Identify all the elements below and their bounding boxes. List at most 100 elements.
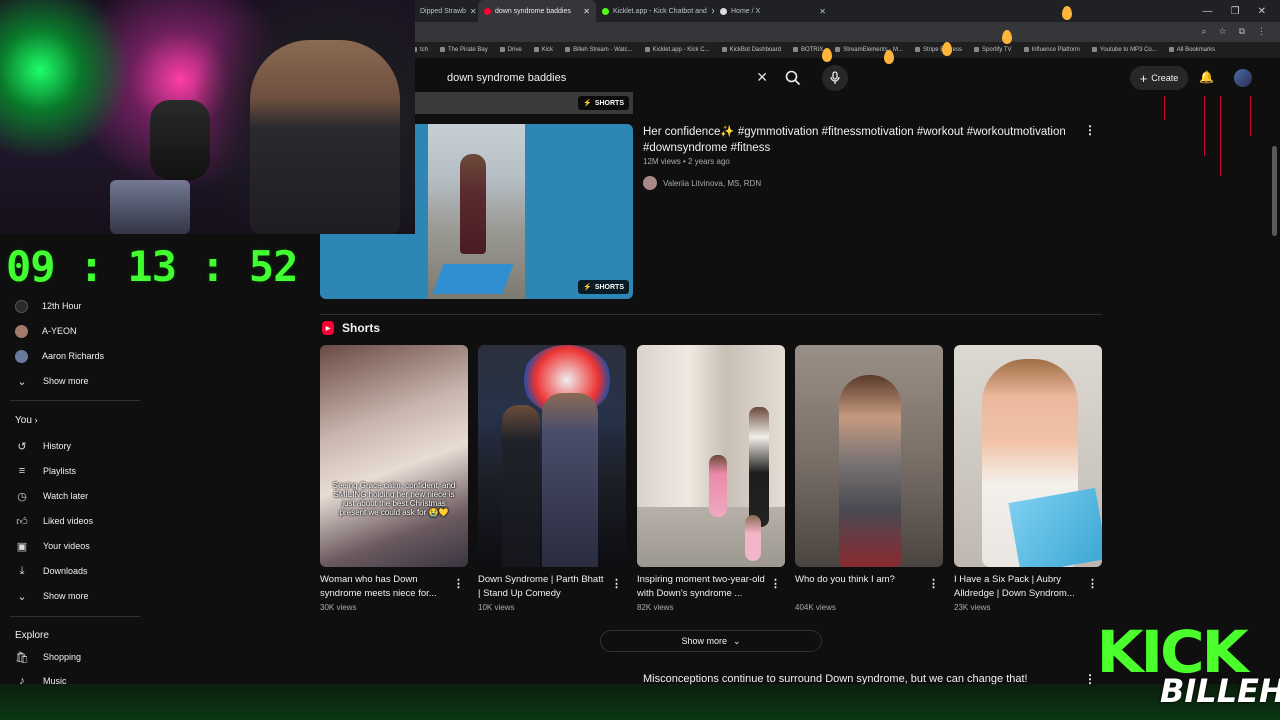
chevron-down-icon: ⌄: [732, 635, 741, 646]
kick-icon: [602, 7, 609, 15]
sidebar-explore-heading: Explore: [15, 630, 49, 641]
previous-video-thumbnail[interactable]: ⚡ SHORTS: [415, 92, 633, 114]
video-channel[interactable]: Valeriia Litvinova, MS, RDN: [643, 176, 761, 190]
video-title[interactable]: Her confidence✨ #gymmotivation #fitnessm…: [643, 124, 1083, 156]
bookmark[interactable]: All Bookmarks: [1169, 47, 1215, 53]
short-card[interactable]: Seeing Grace calm, confident, and SMILIN…: [320, 345, 468, 612]
channel-avatar: [15, 349, 28, 363]
shopping-icon: 🛍︎: [15, 651, 29, 664]
tab-label: Dipped Strawb: [420, 7, 466, 15]
account-avatar[interactable]: [1234, 69, 1252, 87]
shorts-badge: ⚡ SHORTS: [578, 280, 629, 294]
star-icon[interactable]: ☆: [1218, 26, 1226, 37]
browser-toolbar: ⌕ ☆ ⧉ ⋮: [1201, 26, 1266, 37]
sidebar-item-label: History: [43, 441, 72, 451]
more-actions-icon[interactable]: ⋮: [453, 577, 464, 590]
short-title[interactable]: I Have a Six Pack | Aubry Alldredge | Do…: [954, 573, 1082, 601]
sidebar-item-liked-videos[interactable]: 👍︎ Liked videos: [15, 511, 93, 531]
thumbnail-image: [749, 407, 769, 527]
short-thumbnail[interactable]: [795, 345, 943, 567]
close-icon[interactable]: ✕: [470, 7, 477, 16]
short-card[interactable]: Down Syndrome | Parth Bhatt | Stand Up C…: [478, 345, 626, 612]
more-actions-icon[interactable]: ⋮: [1084, 124, 1096, 136]
sidebar-item-downloads[interactable]: ⤓ Downloads: [15, 561, 88, 581]
short-views: 23K views: [954, 603, 991, 612]
channel-avatar: [15, 299, 28, 313]
more-actions-icon[interactable]: ⋮: [1087, 577, 1098, 590]
sidebar-item-label: Watch later: [43, 491, 89, 501]
voice-search-button[interactable]: [822, 65, 848, 91]
bookmark[interactable]: Youtube to MP3 Co...: [1092, 47, 1157, 53]
notifications-bell-icon[interactable]: 🔔: [1199, 70, 1214, 84]
bookmark[interactable]: The Pirate Bay: [440, 47, 488, 53]
bookmark[interactable]: Kicklet.app - Kick C...: [645, 47, 710, 53]
extensions-icon[interactable]: ⧉: [1239, 26, 1245, 37]
shorts-icon: ⚡: [583, 284, 592, 291]
short-thumbnail[interactable]: [637, 345, 785, 567]
menu-icon[interactable]: ⋮: [1257, 26, 1266, 37]
sidebar-subscription[interactable]: 12th Hour: [15, 296, 82, 316]
short-thumbnail[interactable]: [954, 345, 1102, 567]
more-actions-icon[interactable]: ⋮: [611, 577, 622, 590]
more-actions-icon[interactable]: ⋮: [928, 577, 939, 590]
short-title[interactable]: Woman who has Down syndrome meets niece …: [320, 573, 448, 601]
channel-name[interactable]: Valeriia Litvinova, MS, RDN: [663, 179, 761, 188]
short-title[interactable]: Down Syndrome | Parth Bhatt | Stand Up C…: [478, 573, 606, 601]
christmas-light: [1002, 30, 1012, 44]
browser-tab-active[interactable]: down syndrome baddies ✕: [478, 0, 596, 22]
tab-label: Kicklet.app - Kick Chatbot and: [613, 7, 707, 15]
short-views: 404K views: [795, 603, 836, 612]
light-strand: [1164, 96, 1165, 120]
bookmark[interactable]: Sportify TV: [974, 47, 1012, 53]
screen: Dipped Strawb ✕ down syndrome baddies ✕ Ki…: [0, 0, 1280, 720]
more-actions-icon[interactable]: ⋮: [770, 577, 781, 590]
stream-timer: 09 : 13 : 52: [6, 242, 298, 291]
search-input[interactable]: down syndrome baddies ✕: [436, 66, 776, 90]
close-icon[interactable]: ✕: [819, 7, 826, 16]
short-thumbnail[interactable]: [478, 345, 626, 567]
webcam-overlay: [0, 0, 415, 234]
short-title[interactable]: Inspiring moment two-year-old with Down'…: [637, 573, 765, 601]
shorts-icon: ⚡: [583, 100, 592, 107]
show-more-button[interactable]: Show more ⌄: [600, 630, 822, 652]
bookmark[interactable]: Kick: [534, 47, 553, 53]
sidebar-item-label: Show more: [43, 591, 89, 601]
thumbnail-image: [839, 375, 901, 567]
short-card[interactable]: Inspiring moment two-year-old with Down'…: [637, 345, 785, 612]
sidebar-item-shopping[interactable]: 🛍︎ Shopping: [15, 647, 81, 667]
sidebar-show-more[interactable]: ⌄ Show more: [15, 586, 89, 606]
bookmark[interactable]: Stripe Express: [915, 47, 962, 53]
sidebar-item-history[interactable]: ↺ History: [15, 436, 71, 456]
hanging-lights: [1150, 96, 1280, 186]
close-window-icon[interactable]: ✕: [1258, 6, 1266, 17]
tab-label: Home / X: [731, 7, 761, 15]
create-button[interactable]: + Create: [1130, 66, 1188, 90]
bookmark[interactable]: KickBot Dashboard: [722, 47, 781, 53]
short-card[interactable]: Who do you think I am? 404K views ⋮: [795, 345, 943, 612]
sidebar-item-watch-later[interactable]: ◷ Watch later: [15, 486, 88, 506]
shorts-logo-icon: ▶: [322, 321, 334, 335]
sidebar-you-heading[interactable]: You ›: [15, 415, 38, 426]
maximize-icon[interactable]: ❐: [1231, 6, 1240, 17]
minimize-icon[interactable]: —: [1203, 6, 1213, 17]
bookmark[interactable]: Drive: [500, 47, 522, 53]
zoom-icon[interactable]: ⌕: [1201, 26, 1206, 37]
bookmark[interactable]: Influence Platform: [1024, 47, 1080, 53]
search-button[interactable]: [780, 66, 806, 90]
browser-tab[interactable]: Kicklet.app - Kick Chatbot and✕: [596, 0, 714, 22]
short-thumbnail[interactable]: Seeing Grace calm, confident, and SMILIN…: [320, 345, 468, 567]
sidebar-item-your-videos[interactable]: ▣ Your videos: [15, 536, 90, 556]
browser-tab[interactable]: Home / X ✕: [714, 0, 832, 22]
bookmark[interactable]: BOTRIX: [793, 47, 823, 53]
sidebar-subscription[interactable]: Aaron Richards: [15, 346, 104, 366]
short-card[interactable]: I Have a Six Pack | Aubry Alldredge | Do…: [954, 345, 1102, 612]
sidebar-subscription[interactable]: A-YEON: [15, 321, 77, 341]
channel-avatar[interactable]: [643, 176, 657, 190]
close-icon[interactable]: ✕: [583, 7, 590, 16]
sidebar-item-playlists[interactable]: ≡ Playlists: [15, 461, 76, 481]
bookmark[interactable]: Billeh Stream - Watc...: [565, 47, 632, 53]
sidebar-item-label: Your videos: [43, 541, 90, 551]
clear-search-icon[interactable]: ✕: [756, 69, 768, 86]
sidebar-show-more[interactable]: ⌄ Show more: [15, 371, 88, 391]
short-title[interactable]: Who do you think I am?: [795, 573, 923, 601]
